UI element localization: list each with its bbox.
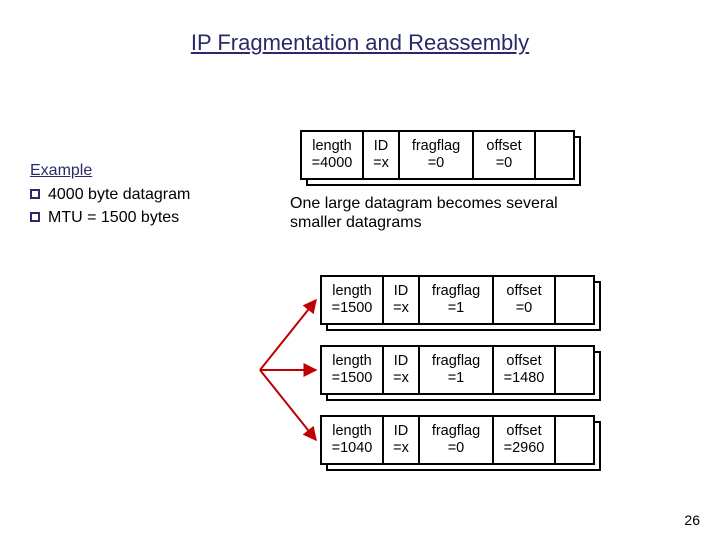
datagram-fragment-3: length=1040 ID=x fragflag=0 offset=2960: [320, 415, 595, 465]
datagram-front: length=1040 ID=x fragflag=0 offset=2960: [320, 415, 595, 465]
cell-id: ID=x: [384, 417, 420, 463]
cell-length: length=1040: [322, 417, 384, 463]
cell-padding: [556, 417, 593, 463]
cell-id: ID=x: [384, 347, 420, 393]
cell-length: length=1500: [322, 277, 384, 323]
cell-fragflag: fragflag=0: [400, 132, 474, 178]
bullet-text: MTU = 1500 bytes: [48, 207, 179, 229]
cell-id: ID=x: [384, 277, 420, 323]
datagram-original: length=4000 ID=x fragflag=0 offset=0: [300, 130, 575, 180]
datagram-front: length=1500 ID=x fragflag=1 offset=0: [320, 275, 595, 325]
cell-offset: offset=0: [474, 132, 536, 178]
bullet-item: 4000 byte datagram: [30, 184, 190, 206]
cell-fragflag: fragflag=0: [420, 417, 494, 463]
datagram-front: length=1500 ID=x fragflag=1 offset=1480: [320, 345, 595, 395]
datagram-front: length=4000 ID=x fragflag=0 offset=0: [300, 130, 575, 180]
example-heading: Example: [30, 160, 190, 182]
bullet-item: MTU = 1500 bytes: [30, 207, 190, 229]
bullet-text: 4000 byte datagram: [48, 184, 190, 206]
cell-offset: offset=2960: [494, 417, 556, 463]
cell-length: length=1500: [322, 347, 384, 393]
datagram-fragment-2: length=1500 ID=x fragflag=1 offset=1480: [320, 345, 595, 395]
slide-title: IP Fragmentation and Reassembly: [0, 30, 720, 56]
cell-offset: offset=1480: [494, 347, 556, 393]
caption-text: One large datagram becomes several small…: [290, 194, 580, 232]
cell-padding: [536, 132, 573, 178]
cell-padding: [556, 277, 593, 323]
cell-fragflag: fragflag=1: [420, 347, 494, 393]
cell-padding: [556, 347, 593, 393]
cell-id: ID=x: [364, 132, 400, 178]
cell-fragflag: fragflag=1: [420, 277, 494, 323]
example-block: Example 4000 byte datagram MTU = 1500 by…: [30, 160, 190, 229]
datagram-fragment-1: length=1500 ID=x fragflag=1 offset=0: [320, 275, 595, 325]
cell-length: length=4000: [302, 132, 364, 178]
bullet-square-icon: [30, 189, 40, 199]
arrow-to-frag3: [260, 370, 316, 440]
cell-offset: offset=0: [494, 277, 556, 323]
arrow-to-frag1: [260, 300, 316, 370]
bullet-square-icon: [30, 212, 40, 222]
page-number: 26: [684, 512, 700, 528]
